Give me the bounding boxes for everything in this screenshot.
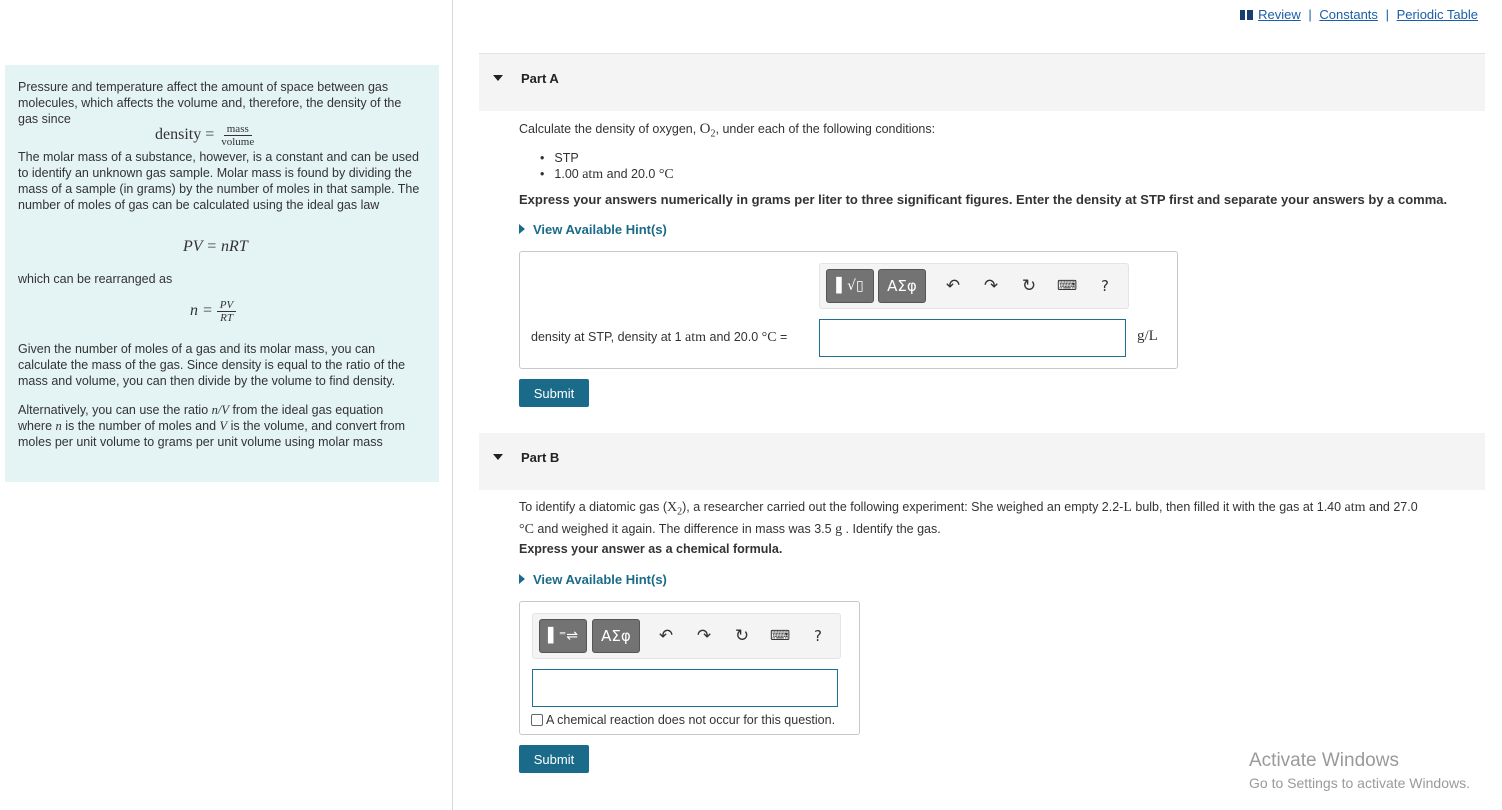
activate-windows-subtitle: Go to Settings to activate Windows. (1249, 775, 1470, 791)
keyboard-icon[interactable]: ⌨ (1055, 274, 1079, 298)
intro-paragraph-2: The molar mass of a substance, however, … (18, 150, 420, 212)
separator: | (1308, 7, 1312, 22)
reset-icon[interactable]: ↻ (1017, 274, 1041, 298)
part-b-submit-button[interactable]: Submit (519, 745, 589, 773)
part-b-answer-box: ▌⁼⇌ ΑΣφ ↶ ↷ ↻ ⌨ ? A chemical reaction do… (519, 601, 860, 735)
intro-paragraph-1: Pressure and temperature affect the amou… (18, 80, 402, 126)
question-text-end: , under each of the following conditions… (715, 122, 936, 136)
p5-v: V (219, 419, 228, 433)
part-a-submit-button[interactable]: Submit (519, 379, 589, 407)
activate-windows-title: Activate Windows (1249, 750, 1399, 771)
no-reaction-option[interactable]: A chemical reaction does not occur for t… (531, 713, 835, 727)
chem-toolbar: ▌⁼⇌ ΑΣφ ↶ ↷ ↻ ⌨ ? (532, 613, 841, 659)
templates-button[interactable]: ▌√▯ (826, 269, 874, 303)
part-a-answer-box: ▌√▯ ΑΣφ ↶ ↷ ↻ ⌨ ? density at STP, densit… (519, 251, 1178, 369)
density-equation: density = mass volume (155, 123, 257, 148)
caret-right-icon (519, 224, 525, 234)
undo-icon[interactable]: ↶ (654, 624, 678, 648)
part-b-answer-input[interactable] (532, 669, 838, 707)
intro-panel: Pressure and temperature affect the amou… (5, 65, 439, 482)
part-a-header[interactable]: Part A (479, 54, 1485, 111)
conditions-list: STP 1.00 atm and 20.0 °C (540, 150, 674, 183)
greek-symbols-button[interactable]: ΑΣφ (878, 269, 926, 303)
intro-paragraph-5: Alternatively, you can use the ratio n/V… (18, 402, 418, 450)
density-fraction-den: volume (221, 136, 255, 148)
part-a-answer-input[interactable] (819, 319, 1126, 357)
part-a-instruction: Express your answers numerically in gram… (519, 192, 1448, 207)
separator: | (1385, 7, 1389, 22)
part-b-hint-toggle[interactable]: View Available Hint(s) (519, 572, 667, 587)
p5-text-a: Alternatively, you can use the ratio (18, 403, 212, 417)
panel-divider (452, 0, 453, 810)
density-fraction-num: mass (223, 123, 252, 136)
part-b-title: Part B (521, 450, 560, 465)
moles-equation: n = PV RT (190, 299, 237, 324)
intro-paragraph-4: Given the number of moles of a gas and i… (18, 342, 406, 388)
density-fraction: mass volume (218, 123, 257, 148)
part-b-question: To identify a diatomic gas (X2), a resea… (519, 500, 1418, 537)
constants-link[interactable]: Constants (1319, 7, 1378, 22)
reset-icon[interactable]: ↻ (730, 624, 754, 648)
top-links: Review | Constants | Periodic Table (1239, 7, 1478, 22)
caret-right-icon (519, 574, 525, 584)
hint-label: View Available Hint(s) (533, 572, 667, 587)
part-a-hint-toggle[interactable]: View Available Hint(s) (519, 222, 667, 237)
part-b-header[interactable]: Part B (479, 433, 1485, 490)
p5-ratio: n/V (211, 403, 229, 417)
density-eq-lhs: density = (155, 126, 215, 144)
condition-item: 1.00 atm and 20.0 °C (540, 166, 673, 183)
intro-paragraph-3: which can be rearranged as (18, 272, 173, 286)
undo-icon[interactable]: ↶ (941, 274, 965, 298)
moles-fraction-den: RT (220, 312, 233, 324)
question-text: Calculate the density of oxygen, (519, 122, 700, 136)
part-b-instruction: Express your answer as a chemical formul… (519, 542, 783, 556)
templates-button[interactable]: ▌⁼⇌ (539, 619, 587, 653)
help-icon[interactable]: ? (1093, 274, 1117, 298)
ideal-gas-equation: PV = nRT (183, 238, 248, 255)
hint-label: View Available Hint(s) (533, 222, 667, 237)
no-reaction-label: A chemical reaction does not occur for t… (546, 713, 836, 727)
redo-icon[interactable]: ↷ (979, 274, 1003, 298)
caret-down-icon (493, 75, 503, 81)
review-link[interactable]: Review (1258, 7, 1301, 22)
answer-label: density at STP, density at 1 atm and 20.… (531, 330, 788, 345)
condition-item: STP (540, 150, 674, 166)
greek-symbols-button[interactable]: ΑΣφ (592, 619, 640, 653)
math-toolbar: ▌√▯ ΑΣφ ↶ ↷ ↻ ⌨ ? (819, 263, 1129, 309)
no-reaction-checkbox[interactable] (531, 714, 543, 726)
moles-eq-lhs: n = (190, 302, 213, 320)
periodic-table-link[interactable]: Periodic Table (1397, 7, 1478, 22)
part-a-question: Calculate the density of oxygen, O2, und… (519, 121, 935, 143)
moles-fraction-num: PV (216, 299, 237, 312)
unit-label: g/L (1137, 328, 1158, 344)
book-icon (1239, 10, 1253, 20)
p5-text-c: is the number of moles and (61, 419, 220, 433)
help-icon[interactable]: ? (806, 624, 830, 648)
caret-down-icon (493, 454, 503, 460)
redo-icon[interactable]: ↷ (692, 624, 716, 648)
part-a-title: Part A (521, 71, 559, 86)
keyboard-icon[interactable]: ⌨ (768, 624, 792, 648)
oxygen-formula: O (699, 121, 711, 137)
moles-fraction: PV RT (216, 299, 237, 324)
